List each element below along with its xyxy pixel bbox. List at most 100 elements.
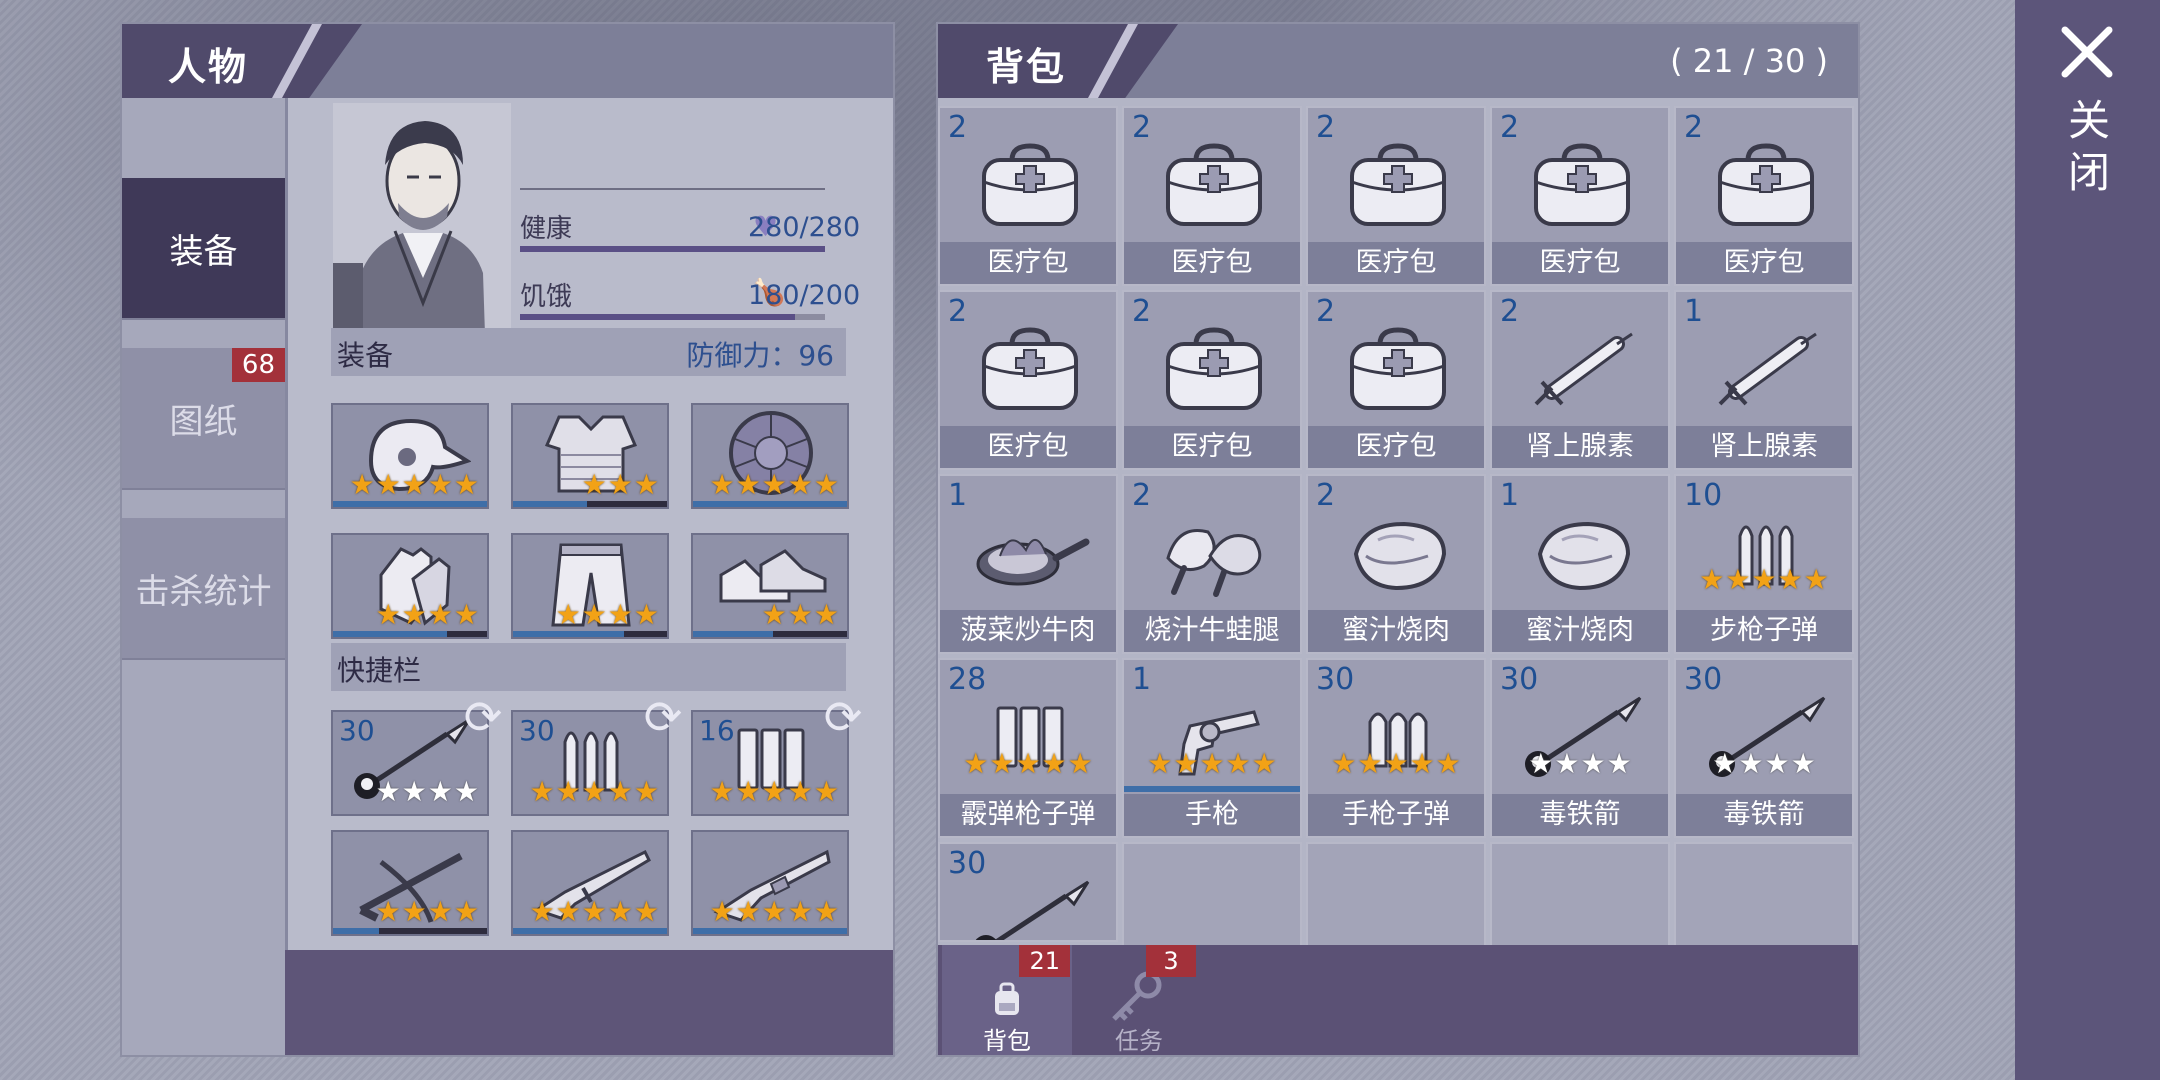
bag-item[interactable]: 1 ★ ★ ★ ★ ★ 手枪 <box>1122 658 1302 838</box>
character-side-tabs: 装备 图纸 68 击杀统计 <box>122 98 285 1055</box>
item-name: 医疗包 <box>1676 242 1852 284</box>
star-icon: ★ <box>427 895 453 928</box>
item-name: 蜜汁烧肉 <box>1492 610 1668 652</box>
tab-equipment[interactable]: 装备 <box>122 178 285 320</box>
bag-item[interactable]: 2 蜜汁烧肉 <box>1306 474 1486 654</box>
bag-item[interactable]: 2 肾上腺素 <box>1490 290 1670 470</box>
swap-icon[interactable]: ⟳ <box>816 690 870 744</box>
star-icon: ★ <box>1331 747 1357 780</box>
star-icon: ★ <box>375 468 401 501</box>
bag-tab-quests[interactable]: 任务 3 <box>1074 945 1204 1055</box>
bag-item[interactable]: 2 医疗包 <box>1674 106 1854 286</box>
medkit-icon <box>1154 322 1274 417</box>
equipment-slot[interactable]: ★ ★ ★ <box>511 403 669 509</box>
star-icon: ★ <box>735 468 761 501</box>
star-icon: ★ <box>453 895 479 928</box>
tab-kill-stats[interactable]: 击杀统计 <box>122 518 285 660</box>
quickbar-slot[interactable]: ★ ★ ★ ★ ★ <box>511 830 669 936</box>
bag-item[interactable]: 1 肾上腺素 <box>1674 290 1854 470</box>
star-icon: ★ <box>709 895 735 928</box>
equipment-slot[interactable]: ★ ★ ★ <box>691 533 849 639</box>
item-count: 2 <box>1316 478 1336 513</box>
star-icon: ★ <box>761 468 787 501</box>
star-icon: ★ <box>1554 747 1580 780</box>
bag-item[interactable]: 1 菠菜炒牛肉 <box>938 474 1118 654</box>
equipment-slot[interactable]: ★ ★ ★ ★ <box>511 533 669 639</box>
star-icon: ★ <box>453 775 479 808</box>
bag-item[interactable]: 30 ★ ★ ★ ★ ★ 手枪子弹 <box>1306 658 1486 838</box>
bag-item[interactable]: 1 蜜汁烧肉 <box>1490 474 1670 654</box>
medkit-icon <box>970 138 1090 233</box>
bag-item[interactable]: 2 医疗包 <box>1122 106 1302 286</box>
bag-item[interactable]: 30 ★ ★ ★ ★ 毒铁箭 <box>1674 658 1854 838</box>
bag-panel: 背包 ( 21 / 30 ) 2 医疗包 2 医疗包 2 医疗包 2 医疗包 2 医疗包 2 医疗包 2… <box>936 22 1860 1057</box>
swap-icon[interactable]: ⟳ <box>456 690 510 744</box>
item-count: 2 <box>1316 110 1336 145</box>
medkit-icon <box>1154 138 1274 233</box>
star-icon: ★ <box>1251 747 1277 780</box>
star-icon: ★ <box>1015 747 1041 780</box>
star-icon: ★ <box>735 895 761 928</box>
bag-item[interactable]: 28 ★ ★ ★ ★ ★ 霰弹枪子弹 <box>938 658 1118 838</box>
item-name: 步枪子弹 <box>1676 610 1852 652</box>
bag-item[interactable]: 2 医疗包 <box>1306 106 1486 286</box>
star-icon: ★ <box>555 598 581 631</box>
bag-item[interactable]: 30 <box>938 842 1118 942</box>
star-icon: ★ <box>813 895 839 928</box>
equipment-slot[interactable]: ★ ★ ★ ★ ★ <box>691 403 849 509</box>
star-icon: ★ <box>1435 747 1461 780</box>
bag-item[interactable]: 2 医疗包 <box>938 290 1118 470</box>
bag-capacity: ( 21 / 30 ) <box>1670 42 1828 80</box>
item-name: 医疗包 <box>1308 242 1484 284</box>
star-icon: ★ <box>1383 747 1409 780</box>
quickbar-slot[interactable]: ★ ★ ★ ★ ★ <box>691 830 849 936</box>
bag-item[interactable]: 2 医疗包 <box>1122 290 1302 470</box>
bag-item[interactable]: 2 医疗包 <box>938 106 1118 286</box>
quest-count-badge: 3 <box>1146 945 1196 977</box>
star-icon: ★ <box>1738 747 1764 780</box>
quickbar-slot[interactable]: ★ ★ ★ ★ <box>331 830 489 936</box>
star-icon: ★ <box>1528 747 1554 780</box>
equipment-slot[interactable]: ★ ★ ★ ★ <box>331 533 489 639</box>
item-count: 2 <box>1500 110 1520 145</box>
item-name: 医疗包 <box>940 242 1116 284</box>
character-portrait <box>333 103 511 335</box>
item-count: 2 <box>1500 294 1520 329</box>
star-icon: ★ <box>427 775 453 808</box>
item-name: 蜜汁烧肉 <box>1308 610 1484 652</box>
close-column[interactable]: 关闭 <box>2015 0 2160 1080</box>
star-icon: ★ <box>1764 747 1790 780</box>
star-icon: ★ <box>1580 747 1606 780</box>
star-icon: ★ <box>787 775 813 808</box>
item-name: 霰弹枪子弹 <box>940 794 1116 836</box>
star-icon: ★ <box>1725 563 1751 596</box>
medkit-icon <box>1338 322 1458 417</box>
character-footer <box>285 950 893 1055</box>
bag-titlebar: 背包 ( 21 / 30 ) <box>938 24 1858 98</box>
item-name: 医疗包 <box>1124 426 1300 468</box>
swap-icon[interactable]: ⟳ <box>636 690 690 744</box>
bag-item[interactable]: 30 ★ ★ ★ ★ 毒铁箭 <box>1490 658 1670 838</box>
bag-tab-backpack[interactable]: 背包 21 <box>942 945 1072 1055</box>
tab-blueprints[interactable]: 图纸 68 <box>122 348 285 490</box>
bag-item[interactable]: 2 烧汁牛蛙腿 <box>1122 474 1302 654</box>
bag-item[interactable]: 10 ★ ★ ★ ★ ★ 步枪子弹 <box>1674 474 1854 654</box>
star-icon: ★ <box>427 468 453 501</box>
star-icon: ★ <box>1199 747 1225 780</box>
close-icon[interactable] <box>2057 22 2117 82</box>
star-icon: ★ <box>1409 747 1435 780</box>
item-count: 2 <box>1132 110 1152 145</box>
defense-value: 防御力：96 <box>686 339 834 372</box>
item-count: 2 <box>1132 294 1152 329</box>
star-icon: ★ <box>1777 563 1803 596</box>
star-icon: ★ <box>581 468 607 501</box>
close-label[interactable]: 关闭 <box>2065 95 2113 199</box>
star-icon: ★ <box>529 775 555 808</box>
star-icon: ★ <box>709 468 735 501</box>
bag-item[interactable]: 2 医疗包 <box>1306 290 1486 470</box>
star-icon: ★ <box>1712 747 1738 780</box>
bag-item[interactable]: 2 医疗包 <box>1490 106 1670 286</box>
star-icon: ★ <box>453 468 479 501</box>
star-icon: ★ <box>555 895 581 928</box>
equipment-slot[interactable]: ★ ★ ★ ★ ★ <box>331 403 489 509</box>
